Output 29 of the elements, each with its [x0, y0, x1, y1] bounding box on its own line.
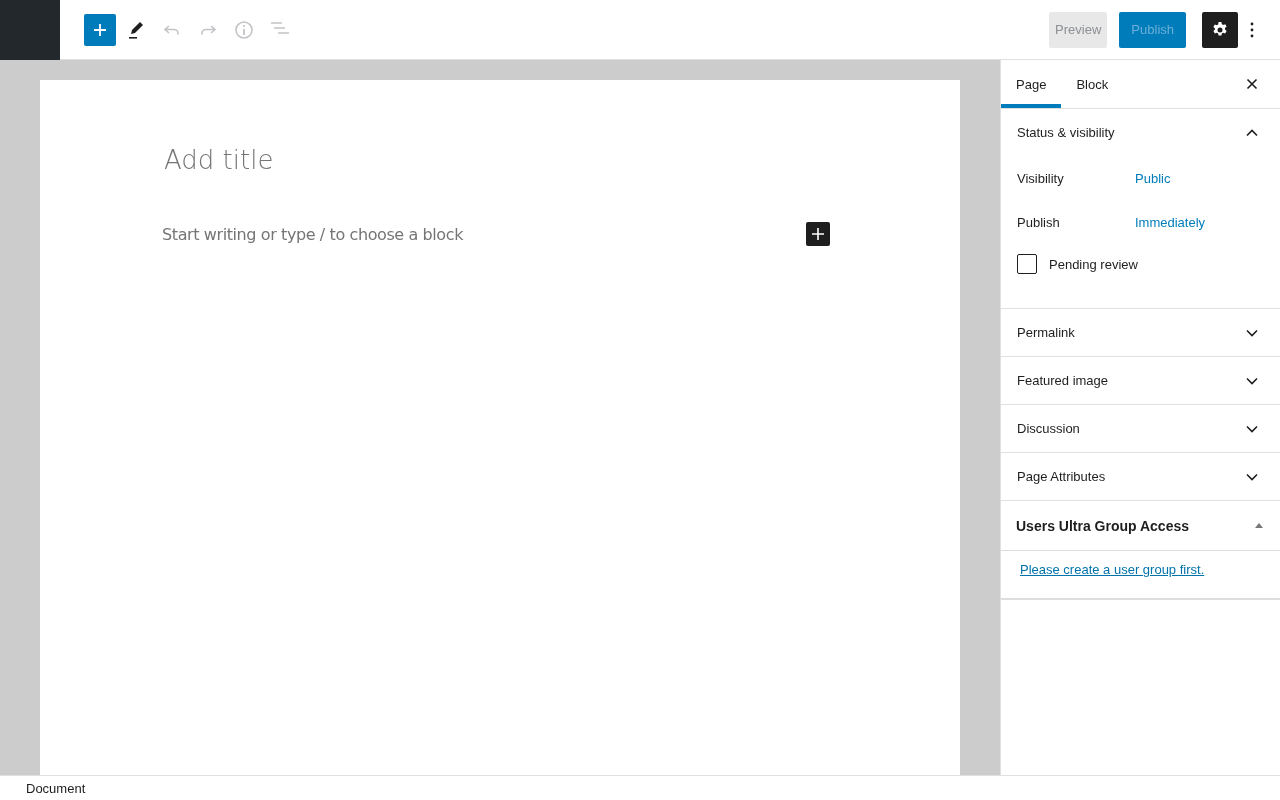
setting-link[interactable]: Public: [1135, 170, 1171, 186]
chevron-icon: [1246, 128, 1258, 137]
panel-header[interactable]: Featured image: [1001, 357, 1280, 404]
panel-header[interactable]: Status & visibility: [1001, 109, 1280, 156]
add-block-button[interactable]: [806, 222, 830, 246]
sidebar-tab[interactable]: Page: [1001, 60, 1062, 108]
setting-label: Visibility: [1017, 170, 1065, 186]
breadcrumb[interactable]: Document: [26, 780, 86, 796]
create-group-link[interactable]: Please create a user group first.: [1020, 562, 1205, 577]
setting-link[interactable]: Immediately: [1135, 214, 1206, 230]
plus-icon: [92, 21, 108, 38]
triangle-icon: [1254, 522, 1264, 529]
chevron-icon: [1246, 424, 1258, 433]
settings-button[interactable]: [1202, 11, 1238, 48]
chevron-icon: [1246, 376, 1258, 385]
panel-header[interactable]: Page Attributes: [1001, 453, 1280, 500]
panel-header[interactable]: Permalink: [1001, 309, 1280, 356]
setting-label: Publish: [1017, 214, 1061, 230]
chevron-icon: [1246, 472, 1258, 481]
metabox-header[interactable]: Users Ultra Group Access: [1001, 501, 1280, 551]
sidebar-tab[interactable]: Block: [1061, 60, 1124, 108]
title-field[interactable]: Add title: [164, 140, 836, 180]
checkbox-label: Pending review: [1049, 256, 1138, 272]
site-logo-block: [0, 0, 60, 60]
plus-icon: [811, 227, 825, 241]
paragraph-field[interactable]: Start writing or type / to choose a block: [162, 222, 806, 246]
chevron-icon: [1246, 328, 1258, 337]
checkbox[interactable]: [1017, 254, 1037, 274]
panel-header[interactable]: Discussion: [1001, 405, 1280, 452]
